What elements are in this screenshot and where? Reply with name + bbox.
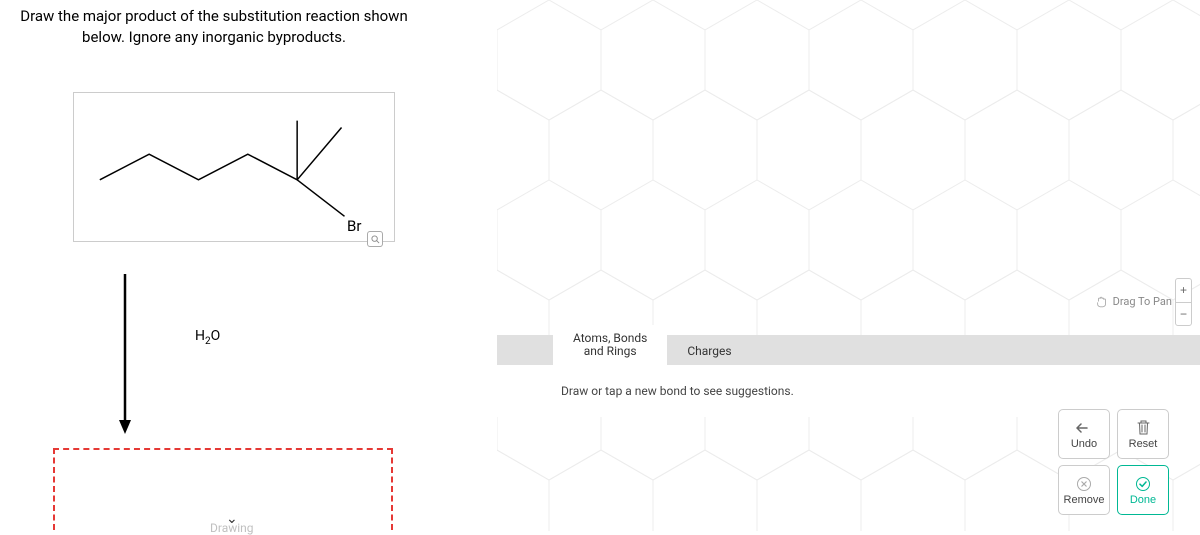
undo-label: Undo <box>1071 438 1097 450</box>
question-panel: Draw the major product of the substituti… <box>0 0 490 531</box>
close-circle-icon <box>1076 475 1092 493</box>
drag-hint-text: Drag To Pan <box>1113 295 1172 308</box>
check-circle-icon <box>1135 475 1151 493</box>
reset-label: Reset <box>1129 438 1158 450</box>
zoom-out-button[interactable]: − <box>1176 303 1191 326</box>
undo-button[interactable]: Undo <box>1058 409 1110 459</box>
trash-icon <box>1137 419 1150 437</box>
action-buttons: Undo Reset Remove Done <box>1058 409 1170 515</box>
question-text: Draw the major product of the substituti… <box>14 6 414 48</box>
magnify-icon <box>371 235 380 244</box>
reagent-label: H2O <box>195 328 220 347</box>
molecule-svg <box>74 93 394 241</box>
done-button[interactable]: Done <box>1117 465 1169 515</box>
zoom-control: + − <box>1175 278 1192 326</box>
remove-button[interactable]: Remove <box>1058 465 1110 515</box>
zoom-in-button[interactable]: + <box>1176 279 1191 303</box>
zoom-structure-button[interactable] <box>367 231 383 247</box>
undo-icon <box>1076 419 1092 437</box>
product-dropzone[interactable] <box>53 448 393 530</box>
tab-charges[interactable]: Charges <box>667 338 751 365</box>
reset-button[interactable]: Reset <box>1117 409 1169 459</box>
done-label: Done <box>1130 494 1156 506</box>
remove-label: Remove <box>1064 494 1105 506</box>
hand-icon <box>1095 294 1109 309</box>
atom-label-br: Br <box>347 217 361 235</box>
reaction-arrow <box>123 274 127 429</box>
tab-atoms-bonds-rings[interactable]: Atoms, Bonds and Rings <box>553 325 667 365</box>
tool-tab-bar: Atoms, Bonds and Rings Charges <box>497 335 1200 365</box>
hint-text: Draw or tap a new bond to see suggestion… <box>561 384 794 398</box>
drawing-label: Drawing <box>210 521 254 535</box>
drag-to-pan-hint: Drag To Pan <box>1095 294 1172 309</box>
drawing-canvas-panel: Drag To Pan + − Atoms, Bonds and Rings C… <box>497 0 1200 531</box>
